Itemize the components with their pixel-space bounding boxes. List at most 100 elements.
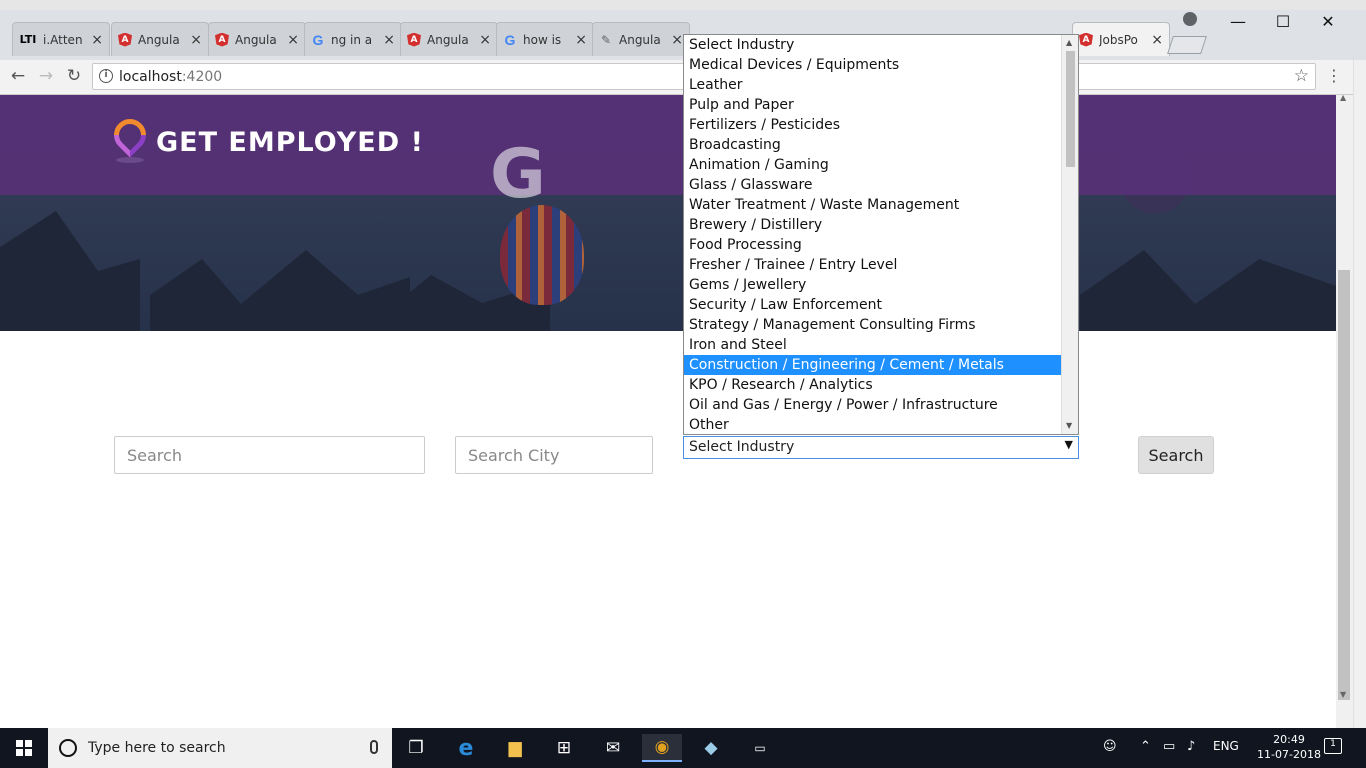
industry-option[interactable]: Security / Law Enforcement [684, 295, 1062, 315]
windows-logo-icon [16, 740, 32, 756]
extension-icon: ✎ [600, 32, 612, 47]
profile-icon[interactable] [1183, 12, 1197, 26]
industry-option[interactable]: Medical Devices / Equipments [684, 55, 1062, 75]
tab-close-icon[interactable]: × [91, 32, 103, 48]
google-icon: G [504, 31, 516, 48]
tab-6[interactable]: G how is × [496, 22, 594, 56]
window-scrollbar[interactable] [1353, 60, 1366, 728]
windows-taskbar: Type here to search ❐ e ▆ ⊞ ✉ ◉ ◆ ▭ ☺ ⌃ … [0, 728, 1366, 768]
industry-option[interactable]: Other [684, 415, 1062, 434]
dropdown-scroll-thumb[interactable] [1066, 51, 1075, 167]
close-window-button[interactable]: ✕ [1308, 12, 1348, 31]
industry-select[interactable]: Select Industry ▼ [683, 436, 1079, 459]
notification-center-icon[interactable]: 1 [1324, 738, 1342, 754]
bookmark-star-icon[interactable]: ☆ [1294, 66, 1309, 86]
tab-close-icon[interactable]: × [671, 32, 683, 48]
brand[interactable]: GET EMPLOYED ! [107, 112, 424, 165]
tab-label: Angula [138, 32, 180, 47]
angular-icon: A [1079, 32, 1093, 47]
store-icon[interactable]: ⊞ [544, 734, 584, 762]
industry-option[interactable]: Glass / Glassware [684, 175, 1062, 195]
industry-option[interactable]: Animation / Gaming [684, 155, 1062, 175]
scroll-up-icon[interactable]: ▲ [1066, 38, 1072, 47]
system-clock[interactable]: 20:49 11-07-2018 [1254, 732, 1324, 762]
chrome-icon[interactable]: ◉ [642, 734, 682, 762]
angular-icon: A [118, 32, 132, 47]
microphone-icon[interactable] [370, 740, 378, 754]
watermark-text: G [490, 135, 546, 214]
cortana-icon [59, 739, 77, 757]
people-icon[interactable]: ☺ [1103, 739, 1117, 754]
tab-label: i.Atten [43, 32, 83, 47]
scroll-down-icon[interactable]: ▼ [1066, 421, 1072, 430]
tab-label: Angula [427, 32, 469, 47]
tab-3[interactable]: A Angula × [208, 22, 306, 56]
tab-label: Angula [619, 32, 661, 47]
file-explorer-icon[interactable]: ▆ [495, 734, 535, 762]
dropdown-scrollbar[interactable]: ▲ ▼ [1061, 35, 1078, 434]
industry-option-highlighted[interactable]: Construction / Engineering / Cement / Me… [684, 355, 1062, 375]
tab-close-icon[interactable]: × [479, 32, 491, 48]
industry-option[interactable]: Fresher / Trainee / Entry Level [684, 255, 1062, 275]
industry-option[interactable]: Brewery / Distillery [684, 215, 1062, 235]
volume-icon[interactable]: ♪ [1187, 739, 1195, 754]
hot-air-balloon [500, 205, 584, 305]
minimize-button[interactable]: — [1218, 12, 1258, 31]
tab-7[interactable]: ✎ Angula × [592, 22, 690, 56]
tab-8-active[interactable]: A JobsPo × [1072, 22, 1170, 56]
industry-option[interactable]: Iron and Steel [684, 335, 1062, 355]
industry-option[interactable]: Food Processing [684, 235, 1062, 255]
industry-option[interactable]: Gems / Jewellery [684, 275, 1062, 295]
industry-option[interactable]: KPO / Research / Analytics [684, 375, 1062, 395]
clock-date: 11-07-2018 [1257, 748, 1321, 761]
back-arrow-icon[interactable]: ← [6, 66, 30, 86]
tab-5[interactable]: A Angula × [400, 22, 498, 56]
tab-close-icon[interactable]: × [383, 32, 395, 48]
reload-icon[interactable]: ↻ [62, 66, 86, 86]
scroll-up-icon[interactable]: ▲ [1340, 93, 1346, 102]
city-search-input[interactable]: Search City [455, 436, 653, 474]
tab-2[interactable]: A Angula × [111, 22, 209, 56]
start-button[interactable] [0, 728, 48, 768]
industry-option[interactable]: Leather [684, 75, 1062, 95]
tab-close-icon[interactable]: × [1151, 32, 1163, 48]
chevron-up-icon[interactable]: ⌃ [1140, 739, 1151, 754]
app-icon[interactable]: ◆ [691, 734, 731, 762]
mail-icon[interactable]: ✉ [593, 734, 633, 762]
industry-option[interactable]: Oil and Gas / Energy / Power / Infrastru… [684, 395, 1062, 415]
page-scrollbar[interactable]: ▲ ▼ [1336, 93, 1353, 728]
tab-close-icon[interactable]: × [575, 32, 587, 48]
industry-option[interactable]: Select Industry [684, 35, 1062, 55]
landscape-rock [0, 211, 140, 331]
info-icon[interactable]: i [99, 69, 113, 83]
page-scroll-thumb[interactable] [1338, 270, 1350, 700]
search-button[interactable]: Search [1138, 436, 1214, 474]
browser-menu-icon[interactable]: ⋮ [1326, 66, 1342, 85]
tab-1[interactable]: LTI i.Atten × [12, 22, 110, 56]
url-text[interactable]: localhost:4200 [119, 69, 222, 85]
scroll-down-icon[interactable]: ▼ [1340, 690, 1346, 699]
dropdown-arrow-icon: ▼ [1064, 438, 1073, 451]
new-tab-button[interactable] [1167, 36, 1207, 54]
google-icon: G [312, 31, 324, 48]
industry-option[interactable]: Broadcasting [684, 135, 1062, 155]
taskbar-search-box[interactable]: Type here to search [48, 728, 392, 768]
industry-option[interactable]: Strategy / Management Consulting Firms [684, 315, 1062, 335]
industry-option[interactable]: Fertilizers / Pesticides [684, 115, 1062, 135]
industry-dropdown-list[interactable]: Select Industry Medical Devices / Equipm… [683, 34, 1079, 435]
industry-option[interactable]: Water Treatment / Waste Management [684, 195, 1062, 215]
tab-label: Angula [235, 32, 277, 47]
network-icon[interactable]: ▭ [1163, 739, 1175, 754]
tab-close-icon[interactable]: × [190, 32, 202, 48]
search-input[interactable]: Search [114, 436, 425, 474]
industry-option[interactable]: Pulp and Paper [684, 95, 1062, 115]
edge-icon[interactable]: e [446, 734, 486, 762]
forward-arrow-icon[interactable]: → [34, 66, 58, 86]
task-view-icon[interactable]: ❐ [396, 734, 436, 762]
maximize-button[interactable]: ☐ [1263, 12, 1303, 31]
tab-4[interactable]: G ng in a × [304, 22, 402, 56]
language-indicator[interactable]: ENG [1213, 739, 1239, 753]
landscape-rock [150, 250, 410, 331]
terminal-icon[interactable]: ▭ [740, 734, 780, 762]
tab-close-icon[interactable]: × [287, 32, 299, 48]
